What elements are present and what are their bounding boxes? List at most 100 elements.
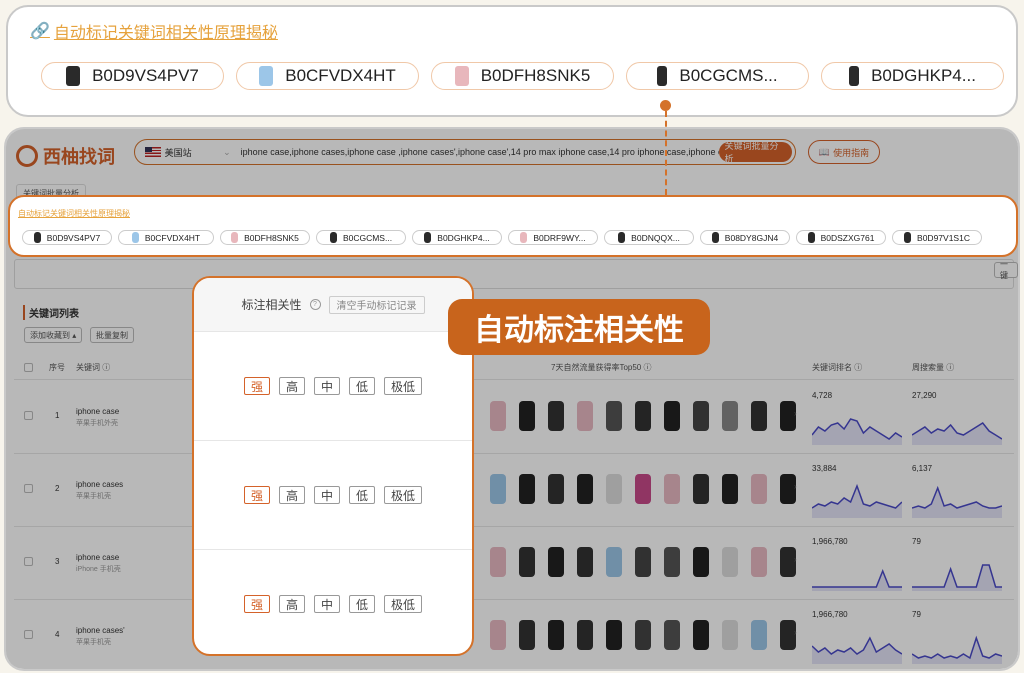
relevance-option[interactable]: 极低 <box>384 595 423 613</box>
clear-manual-button[interactable]: 清空手动标记记录 <box>328 295 425 314</box>
product-thumbnail[interactable] <box>635 547 651 577</box>
table-row[interactable]: 4 iphone cases' 苹果手机壳 › 1,966,780 79 <box>6 600 1018 669</box>
row-checkbox[interactable] <box>24 484 33 493</box>
product-thumbnail[interactable] <box>722 620 738 650</box>
relevance-option[interactable]: 低 <box>349 486 376 504</box>
product-thumbnail[interactable] <box>635 474 651 504</box>
product-thumbnail[interactable] <box>490 547 506 577</box>
asin-chip[interactable]: B0DFH8SNK5 <box>220 230 310 245</box>
product-thumbnail[interactable] <box>693 620 709 650</box>
product-thumbnail[interactable] <box>519 547 535 577</box>
product-thumbnail[interactable] <box>751 547 767 577</box>
product-thumbnail[interactable] <box>606 401 622 431</box>
chevron-right-icon[interactable]: › <box>794 628 797 637</box>
principle-link-top[interactable]: 🔗 自动标记关键词相关性原理揭秘 <box>30 19 278 43</box>
relevance-option[interactable]: 低 <box>349 595 376 613</box>
asin-chip[interactable]: B0DGHKP4... <box>821 62 1004 90</box>
relevance-option[interactable]: 高 <box>278 595 305 613</box>
asin-chip[interactable]: B0DNQQX... <box>604 230 694 245</box>
asin-chip[interactable]: B0CGCMS... <box>626 62 809 90</box>
product-thumbnail[interactable] <box>577 474 593 504</box>
asin-chip[interactable]: B08DY8GJN4 <box>700 230 790 245</box>
product-thumbnail[interactable] <box>548 620 564 650</box>
asin-chip[interactable]: B0DFH8SNK5 <box>431 62 614 90</box>
product-thumbnail[interactable] <box>635 401 651 431</box>
product-thumbnail[interactable] <box>693 401 709 431</box>
relevance-option[interactable]: 中 <box>313 595 340 613</box>
product-thumbnail[interactable] <box>664 401 680 431</box>
chevron-right-icon[interactable]: › <box>794 482 797 491</box>
product-thumbnail[interactable] <box>519 401 535 431</box>
row-keyword[interactable]: iphone case <box>76 553 119 562</box>
asin-chip[interactable]: B0DRF9WY... <box>508 230 598 245</box>
product-thumbnail[interactable] <box>490 620 506 650</box>
product-thumbnail[interactable] <box>606 620 622 650</box>
asin-chip[interactable]: B0CFVDX4HT <box>236 62 419 90</box>
asin-chip[interactable]: B0CGCMS... <box>316 230 406 245</box>
product-thumbnail[interactable] <box>577 620 593 650</box>
relevance-option[interactable]: 强 <box>243 377 270 395</box>
relevance-option[interactable]: 高 <box>278 377 305 395</box>
add-favorite-button[interactable]: 添加收藏到 ▴ <box>24 327 83 343</box>
relevance-option[interactable]: 低 <box>349 377 376 395</box>
product-thumbnail[interactable] <box>664 547 680 577</box>
select-all-checkbox[interactable] <box>24 363 33 372</box>
product-thumbnail[interactable] <box>548 474 564 504</box>
analyze-button[interactable]: 关键词批量分析 <box>718 141 792 164</box>
relevance-option[interactable]: 中 <box>313 377 340 395</box>
product-thumbnail[interactable] <box>751 401 767 431</box>
marketplace-select[interactable]: 美国站 <box>165 146 224 159</box>
product-thumbnail[interactable] <box>722 474 738 504</box>
row-checkbox[interactable] <box>24 557 33 566</box>
row-keyword[interactable]: iphone case <box>76 407 119 416</box>
row-keyword[interactable]: iphone cases <box>76 480 123 489</box>
row-checkbox[interactable] <box>24 411 33 420</box>
relevance-option[interactable]: 极低 <box>384 377 423 395</box>
asin-chip[interactable]: B0D9VS4PV7 <box>22 230 112 245</box>
chevron-right-icon[interactable]: › <box>794 409 797 418</box>
relevance-option[interactable]: 极低 <box>384 486 423 504</box>
relevance-option[interactable]: 强 <box>243 595 270 613</box>
relevance-option[interactable]: 高 <box>278 486 305 504</box>
chevron-right-icon[interactable]: › <box>794 555 797 564</box>
principle-link[interactable]: 自动标记关键词相关性原理揭秘 <box>18 208 130 219</box>
row-keyword[interactable]: iphone cases' <box>76 626 125 635</box>
row-checkbox[interactable] <box>24 630 33 639</box>
product-thumbnail[interactable] <box>577 547 593 577</box>
asin-chip[interactable]: B0D97V1S1C <box>892 230 982 245</box>
asin-chip[interactable]: B0CFVDX4HT <box>118 230 214 245</box>
product-thumbnail[interactable] <box>664 474 680 504</box>
product-thumbnail[interactable] <box>490 474 506 504</box>
product-thumbnail[interactable] <box>519 474 535 504</box>
table-row[interactable]: 3 iphone case iPhone 手机壳 › 1,966,780 79 <box>6 527 1018 600</box>
product-thumbnail[interactable] <box>751 620 767 650</box>
product-thumbnail[interactable] <box>722 401 738 431</box>
product-thumbnail[interactable] <box>519 620 535 650</box>
search-input[interactable]: iphone case,iphone cases,iphone case ,ip… <box>241 147 719 157</box>
batch-copy-button[interactable]: 批量复制 <box>90 327 134 343</box>
table-row[interactable]: 1 iphone case 苹果手机外壳 › 4,728 27,290 <box>6 381 1018 454</box>
product-thumbnail[interactable] <box>722 547 738 577</box>
asin-chip[interactable]: B0D9VS4PV7 <box>41 62 224 90</box>
product-thumbnail[interactable] <box>548 401 564 431</box>
product-thumbnail[interactable] <box>693 547 709 577</box>
one-click-button[interactable]: 一键 <box>994 260 1018 280</box>
relevance-option[interactable]: 中 <box>313 486 340 504</box>
asin-chip[interactable]: B0DSZXG761 <box>796 230 886 245</box>
product-thumbnail[interactable] <box>751 474 767 504</box>
guide-button[interactable]: 📖 使用指南 <box>808 140 880 164</box>
help-icon[interactable]: ? <box>309 299 321 310</box>
product-thumbnail[interactable] <box>693 474 709 504</box>
table-row[interactable]: 2 iphone cases 苹果手机壳 › 33,884 6,137 <box>6 454 1018 527</box>
product-thumbnail[interactable] <box>548 547 564 577</box>
relevance-option[interactable]: 强 <box>243 486 270 504</box>
product-thumbnail[interactable] <box>606 474 622 504</box>
keyword-search-bar[interactable]: 美国站 ⌄ iphone case,iphone cases,iphone ca… <box>134 139 796 165</box>
phone-case-icon <box>849 66 860 86</box>
product-thumbnail[interactable] <box>606 547 622 577</box>
product-thumbnail[interactable] <box>664 620 680 650</box>
asin-chip[interactable]: B0DGHKP4... <box>412 230 502 245</box>
product-thumbnail[interactable] <box>490 401 506 431</box>
product-thumbnail[interactable] <box>635 620 651 650</box>
product-thumbnail[interactable] <box>577 401 593 431</box>
